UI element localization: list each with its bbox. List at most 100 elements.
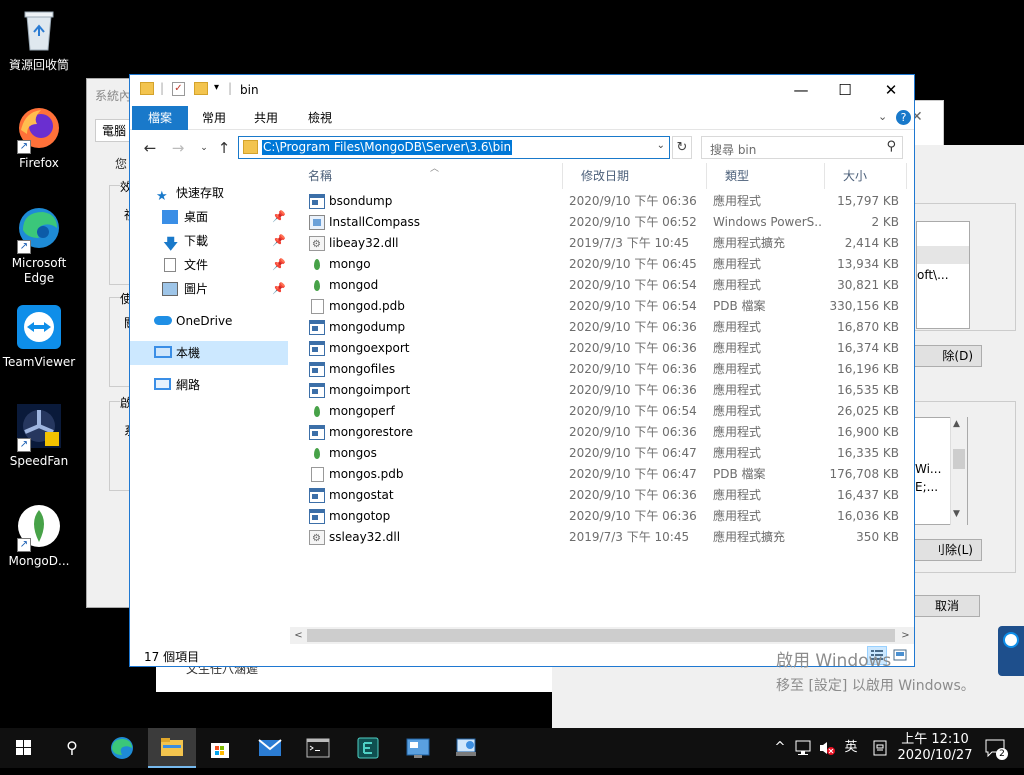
edge-taskbar-icon[interactable] bbox=[98, 728, 146, 768]
scroll-thumb[interactable] bbox=[307, 629, 895, 642]
file-name: mongos.pdb bbox=[329, 467, 404, 481]
volume-muted-icon[interactable] bbox=[816, 728, 838, 768]
network-icon[interactable] bbox=[792, 728, 814, 768]
nav-item-pictures[interactable]: 圖片 📌 bbox=[130, 277, 288, 301]
scroll-left-icon[interactable]: < bbox=[290, 627, 307, 644]
input-method-settings-icon[interactable] bbox=[868, 728, 892, 768]
file-type: PDB 檔案 bbox=[713, 467, 766, 481]
properties-icon[interactable]: ✓ bbox=[172, 82, 185, 96]
address-dropdown-icon[interactable]: ⌄ bbox=[657, 140, 665, 151]
file-row[interactable]: mongodump 2020/9/10 下午 06:36 應用程式 16,870 KB bbox=[290, 317, 912, 338]
file-date: 2020/9/10 下午 06:54 bbox=[569, 404, 697, 418]
file-row[interactable]: mongorestore 2020/9/10 下午 06:36 應用程式 16,900… bbox=[290, 422, 912, 443]
input-method-indicator[interactable]: 英 bbox=[840, 728, 862, 768]
file-name: mongofiles bbox=[329, 362, 396, 376]
up-button[interactable]: ↑ bbox=[214, 139, 234, 157]
app-taskbar-icon[interactable] bbox=[344, 728, 392, 768]
address-path[interactable]: C:\Program Files\MongoDB\Server\3.6\bin bbox=[262, 140, 513, 155]
file-row[interactable]: mongoimport 2020/9/10 下午 06:36 應用程式 16,535 … bbox=[290, 380, 912, 401]
search-box[interactable]: 搜尋 bin ⚲ bbox=[701, 136, 903, 159]
column-header-size[interactable]: 大小 bbox=[825, 163, 907, 189]
tab-home[interactable]: 常用 bbox=[188, 106, 240, 130]
file-row[interactable]: ssleay32.dll 2019/7/3 下午 10:45 應用程式擴充 350 K… bbox=[290, 527, 912, 549]
file-row[interactable]: mongotop 2020/9/10 下午 06:36 應用程式 16,036 KB bbox=[290, 506, 912, 527]
file-row[interactable]: InstallCompass 2020/9/10 下午 06:52 Windows … bbox=[290, 212, 912, 233]
show-hidden-icons[interactable]: ^ bbox=[770, 728, 790, 768]
file-row[interactable]: mongoexport 2020/9/10 下午 06:36 應用程式 16,374 … bbox=[290, 338, 912, 359]
nav-item-this-pc[interactable]: 本機 bbox=[130, 341, 288, 365]
list-scrollbar[interactable]: ▲ ▼ bbox=[950, 417, 967, 525]
file-explorer-window[interactable]: | ✓ ▾ | bin — ☐ ✕ 檔案 常用 共用 檢視 ⌄ ? ← → ⌄ … bbox=[129, 74, 915, 667]
column-header-name[interactable]: 名稱 bbox=[290, 163, 563, 189]
tab-share[interactable]: 共用 bbox=[240, 106, 292, 130]
file-row[interactable]: mongos.pdb 2020/9/10 下午 06:47 PDB 檔案 176,70… bbox=[290, 464, 912, 485]
desktop-icon-mongodb[interactable]: ↗ MongoD... bbox=[2, 502, 76, 569]
nav-item-onedrive[interactable]: OneDrive bbox=[130, 309, 288, 333]
maximize-button[interactable]: ☐ bbox=[822, 75, 868, 106]
large-icons-view-button[interactable] bbox=[890, 646, 910, 665]
start-button[interactable] bbox=[0, 728, 48, 768]
store-taskbar-icon[interactable] bbox=[196, 728, 244, 768]
file-row[interactable]: mongoperf 2020/9/10 下午 06:54 應用程式 26,025 KB bbox=[290, 401, 912, 422]
help-icon[interactable]: ? bbox=[896, 110, 911, 125]
desktop-icon-firefox[interactable]: ↗ Firefox bbox=[2, 104, 76, 171]
nav-item-desktop[interactable]: 桌面 📌 bbox=[130, 205, 288, 229]
file-row[interactable]: mongo 2020/9/10 下午 06:45 應用程式 13,934 KB bbox=[290, 254, 912, 275]
scroll-up-icon[interactable]: ▲ bbox=[953, 419, 960, 429]
teamviewer-side-panel[interactable] bbox=[998, 626, 1024, 676]
desktop-icon-edge[interactable]: ↗ Microsoft Edge bbox=[2, 204, 76, 286]
pin-icon[interactable]: 📌 bbox=[272, 205, 286, 229]
refresh-button[interactable]: ↻ bbox=[672, 136, 692, 159]
nav-item-documents[interactable]: 文件 📌 bbox=[130, 253, 288, 277]
file-row[interactable]: mongod 2020/9/10 下午 06:54 應用程式 30,821 KB bbox=[290, 275, 912, 296]
minimize-button[interactable]: — bbox=[778, 75, 824, 106]
column-header-type[interactable]: 類型 bbox=[707, 163, 825, 189]
desktop-icon-recycle-bin[interactable]: 資源回收筒 bbox=[2, 6, 76, 73]
column-header-date[interactable]: 修改日期 bbox=[563, 163, 707, 189]
tab-view[interactable]: 檢視 bbox=[294, 106, 346, 130]
system-taskbar-icon[interactable] bbox=[442, 728, 490, 768]
title-bar[interactable]: | ✓ ▾ | bin — ☐ ✕ bbox=[130, 75, 914, 106]
file-row[interactable]: mongos 2020/9/10 下午 06:47 應用程式 16,335 KB bbox=[290, 443, 912, 464]
file-row[interactable]: mongod.pdb 2020/9/10 下午 06:54 PDB 檔案 330,15… bbox=[290, 296, 912, 317]
scroll-thumb[interactable] bbox=[953, 449, 965, 469]
file-row[interactable]: mongostat 2020/9/10 下午 06:36 應用程式 16,437 KB bbox=[290, 485, 912, 506]
cancel-button[interactable]: 取消 bbox=[914, 595, 980, 617]
file-row[interactable]: libeay32.dll 2019/7/3 下午 10:45 應用程式擴充 2,414… bbox=[290, 233, 912, 255]
address-bar[interactable]: C:\Program Files\MongoDB\Server\3.6\bin … bbox=[238, 136, 670, 159]
file-row[interactable]: bsondump 2020/9/10 下午 06:36 應用程式 15,797 KB bbox=[290, 191, 912, 212]
recent-locations-icon[interactable]: ⌄ bbox=[194, 139, 214, 157]
desktop-icon-speedfan[interactable]: ↗ SpeedFan bbox=[2, 402, 76, 469]
file-size: 350 KB bbox=[856, 530, 899, 544]
search-icon[interactable]: ⚲ bbox=[48, 728, 96, 768]
new-folder-icon[interactable] bbox=[194, 82, 208, 95]
nav-item-downloads[interactable]: 🡇 下載 📌 bbox=[130, 229, 288, 253]
scroll-down-icon[interactable]: ▼ bbox=[953, 509, 960, 519]
control-panel-taskbar-icon[interactable] bbox=[394, 728, 442, 768]
delete-system-variable-button[interactable]: 刂除(L) bbox=[914, 539, 982, 561]
customize-toolbar-icon[interactable]: ▾ bbox=[214, 82, 219, 93]
back-button[interactable]: ← bbox=[140, 139, 160, 157]
clock[interactable]: 上午 12:10 2020/10/27 bbox=[895, 728, 975, 768]
close-button[interactable]: ✕ bbox=[868, 75, 914, 106]
mail-taskbar-icon[interactable] bbox=[246, 728, 294, 768]
expand-ribbon-icon[interactable]: ⌄ bbox=[878, 110, 887, 123]
scroll-right-icon[interactable]: > bbox=[897, 627, 914, 644]
nav-item-quick-access[interactable]: ★ 快速存取 bbox=[130, 181, 288, 205]
pin-icon[interactable]: 📌 bbox=[272, 253, 286, 277]
tab-computer-name[interactable]: 電腦 bbox=[95, 119, 134, 142]
file-row[interactable]: mongofiles 2020/9/10 下午 06:36 應用程式 16,196 K… bbox=[290, 359, 912, 380]
notification-center-button[interactable]: 2 bbox=[980, 728, 1010, 768]
horizontal-scrollbar[interactable]: < > bbox=[290, 627, 914, 644]
list-item-selected[interactable] bbox=[917, 246, 969, 264]
terminal-taskbar-icon[interactable] bbox=[294, 728, 342, 768]
pin-icon[interactable]: 📌 bbox=[272, 229, 286, 253]
file-explorer-taskbar-icon[interactable] bbox=[148, 728, 196, 768]
pin-icon[interactable]: 📌 bbox=[272, 277, 286, 301]
user-variables-list[interactable]: oft\... bbox=[916, 221, 970, 329]
delete-user-variable-button[interactable]: 除(D) bbox=[914, 345, 982, 367]
tab-file[interactable]: 檔案 bbox=[132, 106, 188, 130]
forward-button[interactable]: → bbox=[168, 139, 188, 157]
desktop-icon-teamviewer[interactable]: TeamViewer bbox=[2, 303, 76, 370]
nav-item-network[interactable]: 網路 bbox=[130, 373, 288, 397]
